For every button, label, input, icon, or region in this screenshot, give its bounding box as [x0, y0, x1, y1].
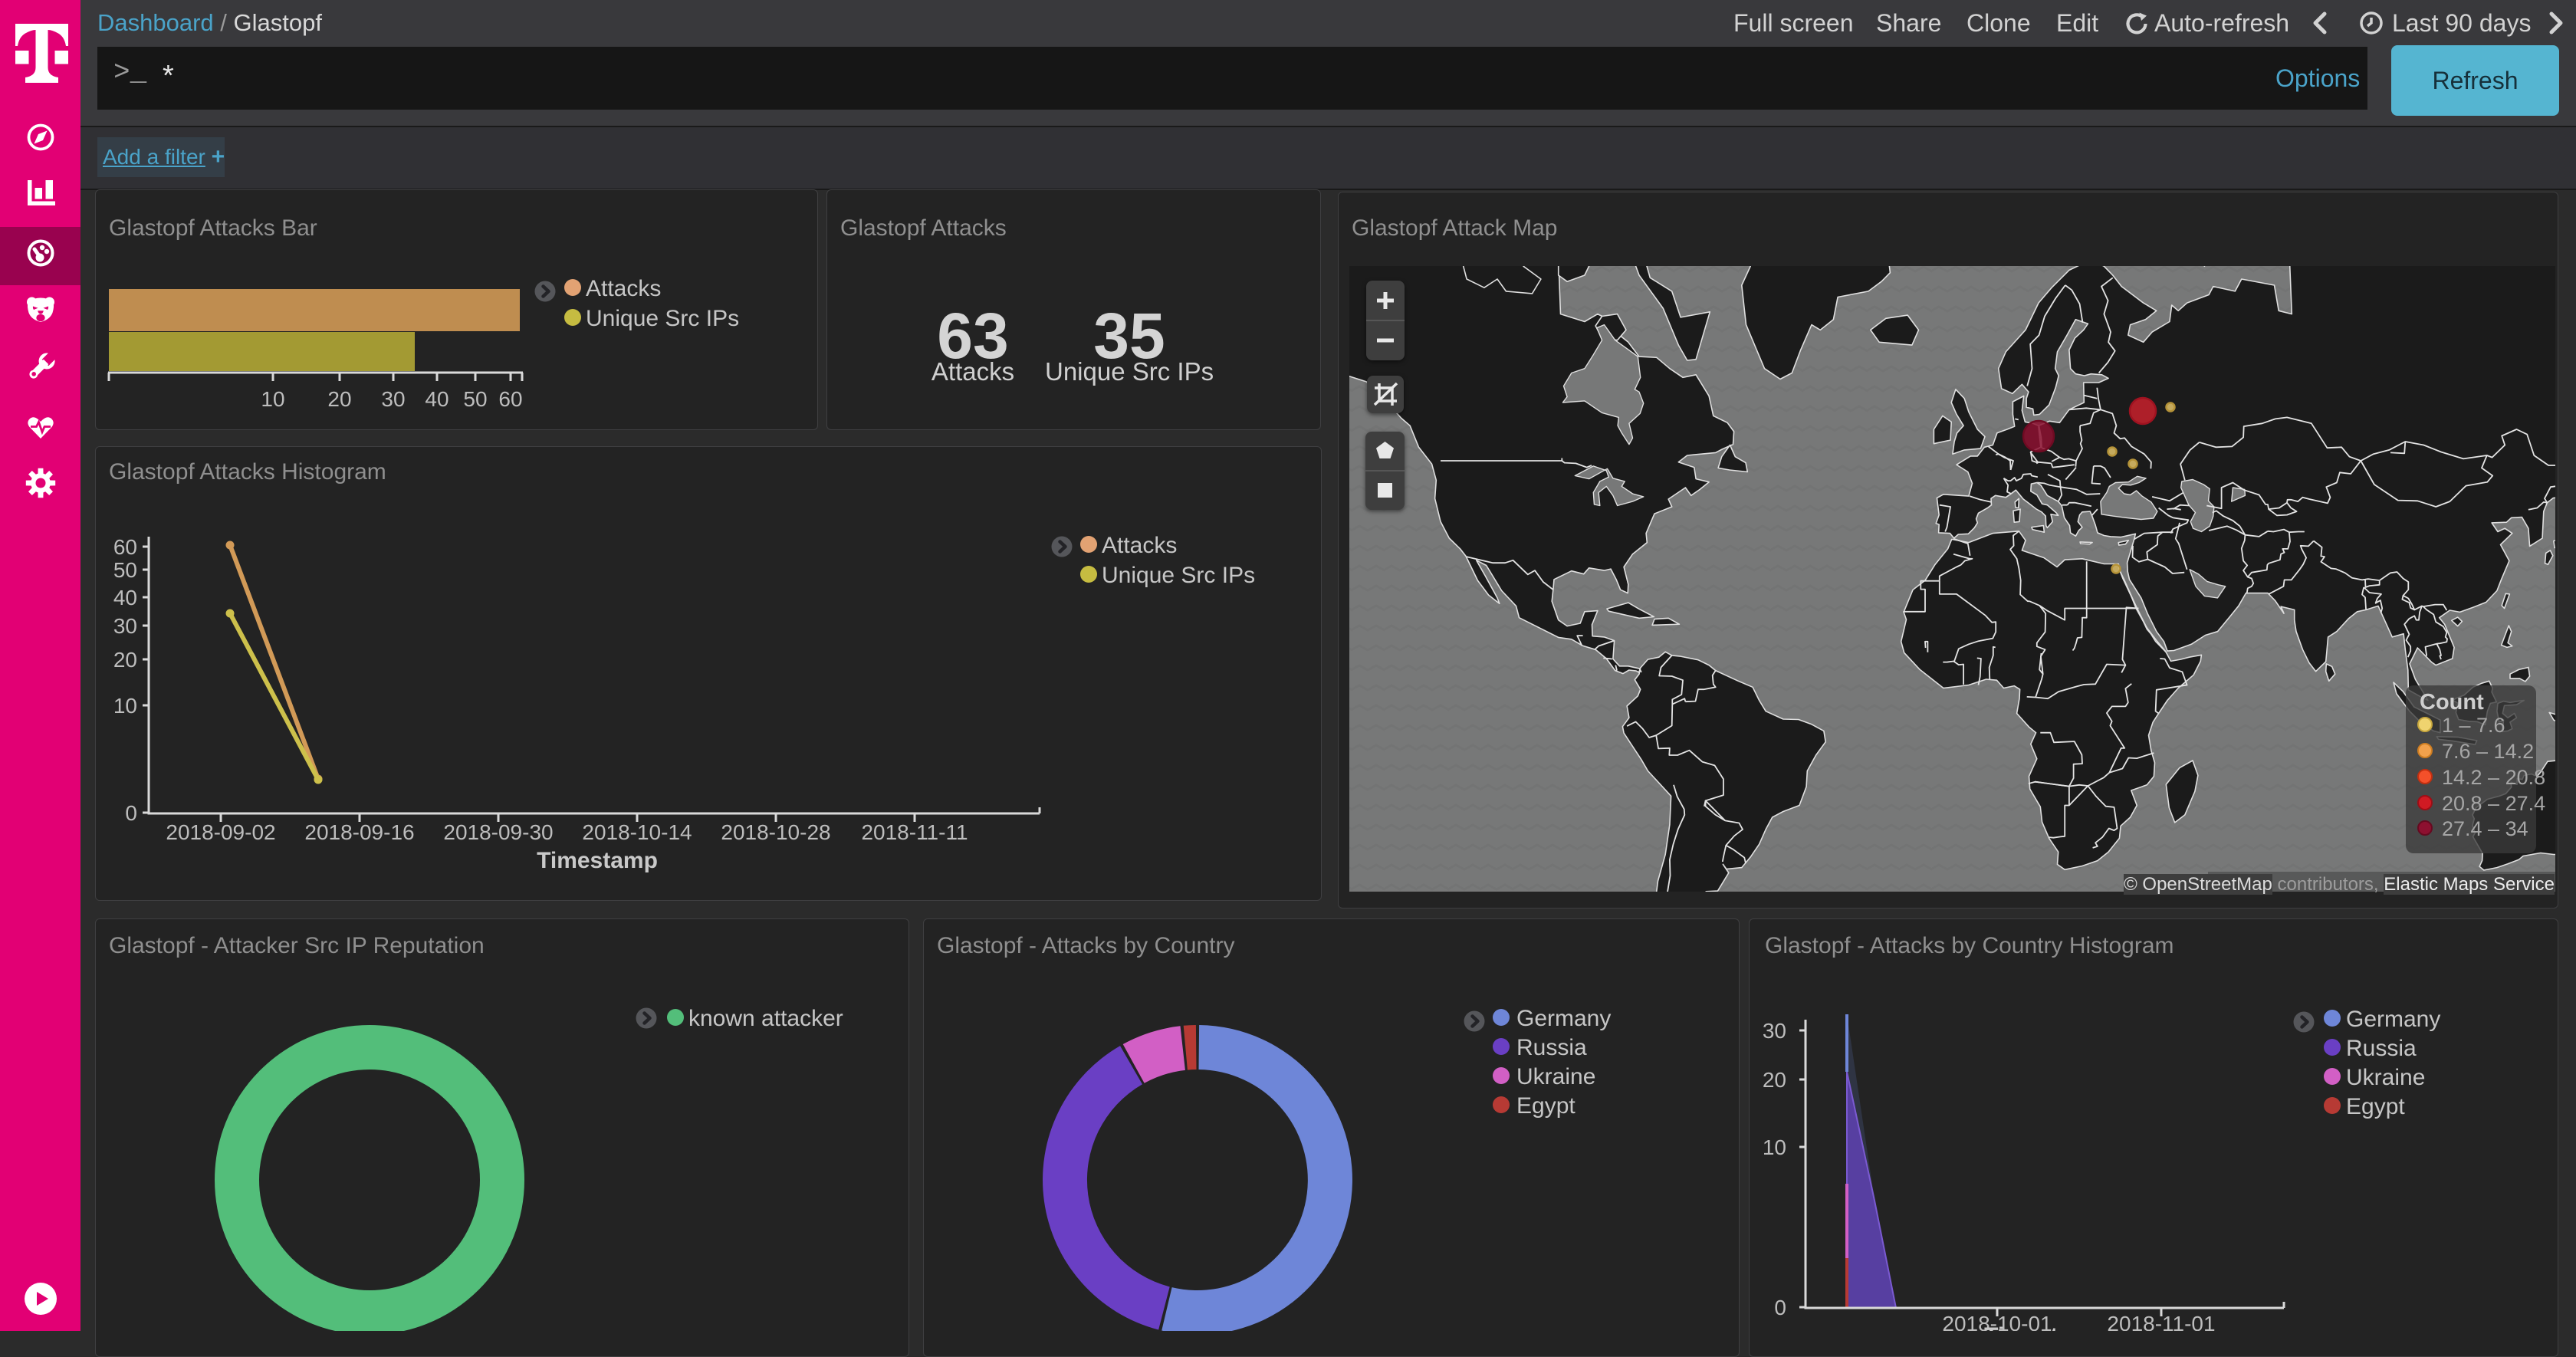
svg-text:1 – 7.6: 1 – 7.6 — [2442, 714, 2505, 737]
svg-text:20: 20 — [113, 648, 137, 672]
svg-text:2018-09-16: 2018-09-16 — [304, 820, 414, 844]
svg-text:60: 60 — [498, 387, 522, 411]
svg-text:20: 20 — [327, 387, 351, 411]
svg-text:60: 60 — [113, 535, 137, 559]
svg-text:30: 30 — [113, 614, 137, 638]
svg-text:Attacks: Attacks — [1102, 533, 1177, 558]
svg-text:2018-09-02: 2018-09-02 — [166, 820, 275, 844]
svg-text:2018-11-11: 2018-11-11 — [861, 820, 968, 844]
svg-text:2018-10-28: 2018-10-28 — [721, 820, 830, 844]
svg-text:50: 50 — [463, 387, 487, 411]
svg-text:10: 10 — [113, 694, 137, 718]
svg-text:30: 30 — [381, 387, 405, 411]
svg-text:Egypt: Egypt — [1516, 1093, 1576, 1119]
svg-text:2018-11-01: 2018-11-01 — [2107, 1312, 2215, 1331]
svg-text:Egypt: Egypt — [2346, 1094, 2405, 1119]
svg-text:20.8 – 27.4: 20.8 – 27.4 — [2442, 792, 2545, 815]
svg-text:Russia: Russia — [2346, 1036, 2417, 1061]
svg-text:20: 20 — [1763, 1068, 1786, 1092]
svg-text:40: 40 — [425, 387, 449, 411]
svg-text:40: 40 — [113, 586, 137, 610]
svg-text:50: 50 — [113, 558, 137, 582]
svg-text:0: 0 — [1774, 1296, 1786, 1319]
svg-text:14.2 – 20.8: 14.2 – 20.8 — [2442, 766, 2545, 789]
svg-text:Ukraine: Ukraine — [2346, 1065, 2425, 1090]
svg-text:Attacks: Attacks — [586, 276, 661, 301]
svg-text:Timestamp: Timestamp — [1984, 1323, 2105, 1331]
svg-text:30: 30 — [1763, 1019, 1786, 1043]
svg-text:10: 10 — [261, 387, 284, 411]
svg-text:Ukraine: Ukraine — [1516, 1064, 1595, 1089]
svg-text:Russia: Russia — [1516, 1035, 1587, 1060]
svg-text:Germany: Germany — [2346, 1007, 2440, 1032]
svg-text:Timestamp: Timestamp — [537, 848, 658, 873]
svg-text:Unique Src IPs: Unique Src IPs — [1102, 563, 1255, 588]
svg-text:Germany: Germany — [1516, 1006, 1611, 1031]
svg-text:27.4 – 34: 27.4 – 34 — [2442, 817, 2528, 840]
svg-text:7.6 – 14.2: 7.6 – 14.2 — [2442, 740, 2534, 763]
svg-text:2018-10-14: 2018-10-14 — [582, 820, 692, 844]
svg-text:Unique Src IPs: Unique Src IPs — [586, 306, 739, 331]
svg-text:0: 0 — [125, 801, 137, 825]
svg-text:2018-09-30: 2018-09-30 — [443, 820, 553, 844]
svg-text:10: 10 — [1763, 1135, 1786, 1159]
svg-text:known attacker: known attacker — [688, 1006, 843, 1031]
